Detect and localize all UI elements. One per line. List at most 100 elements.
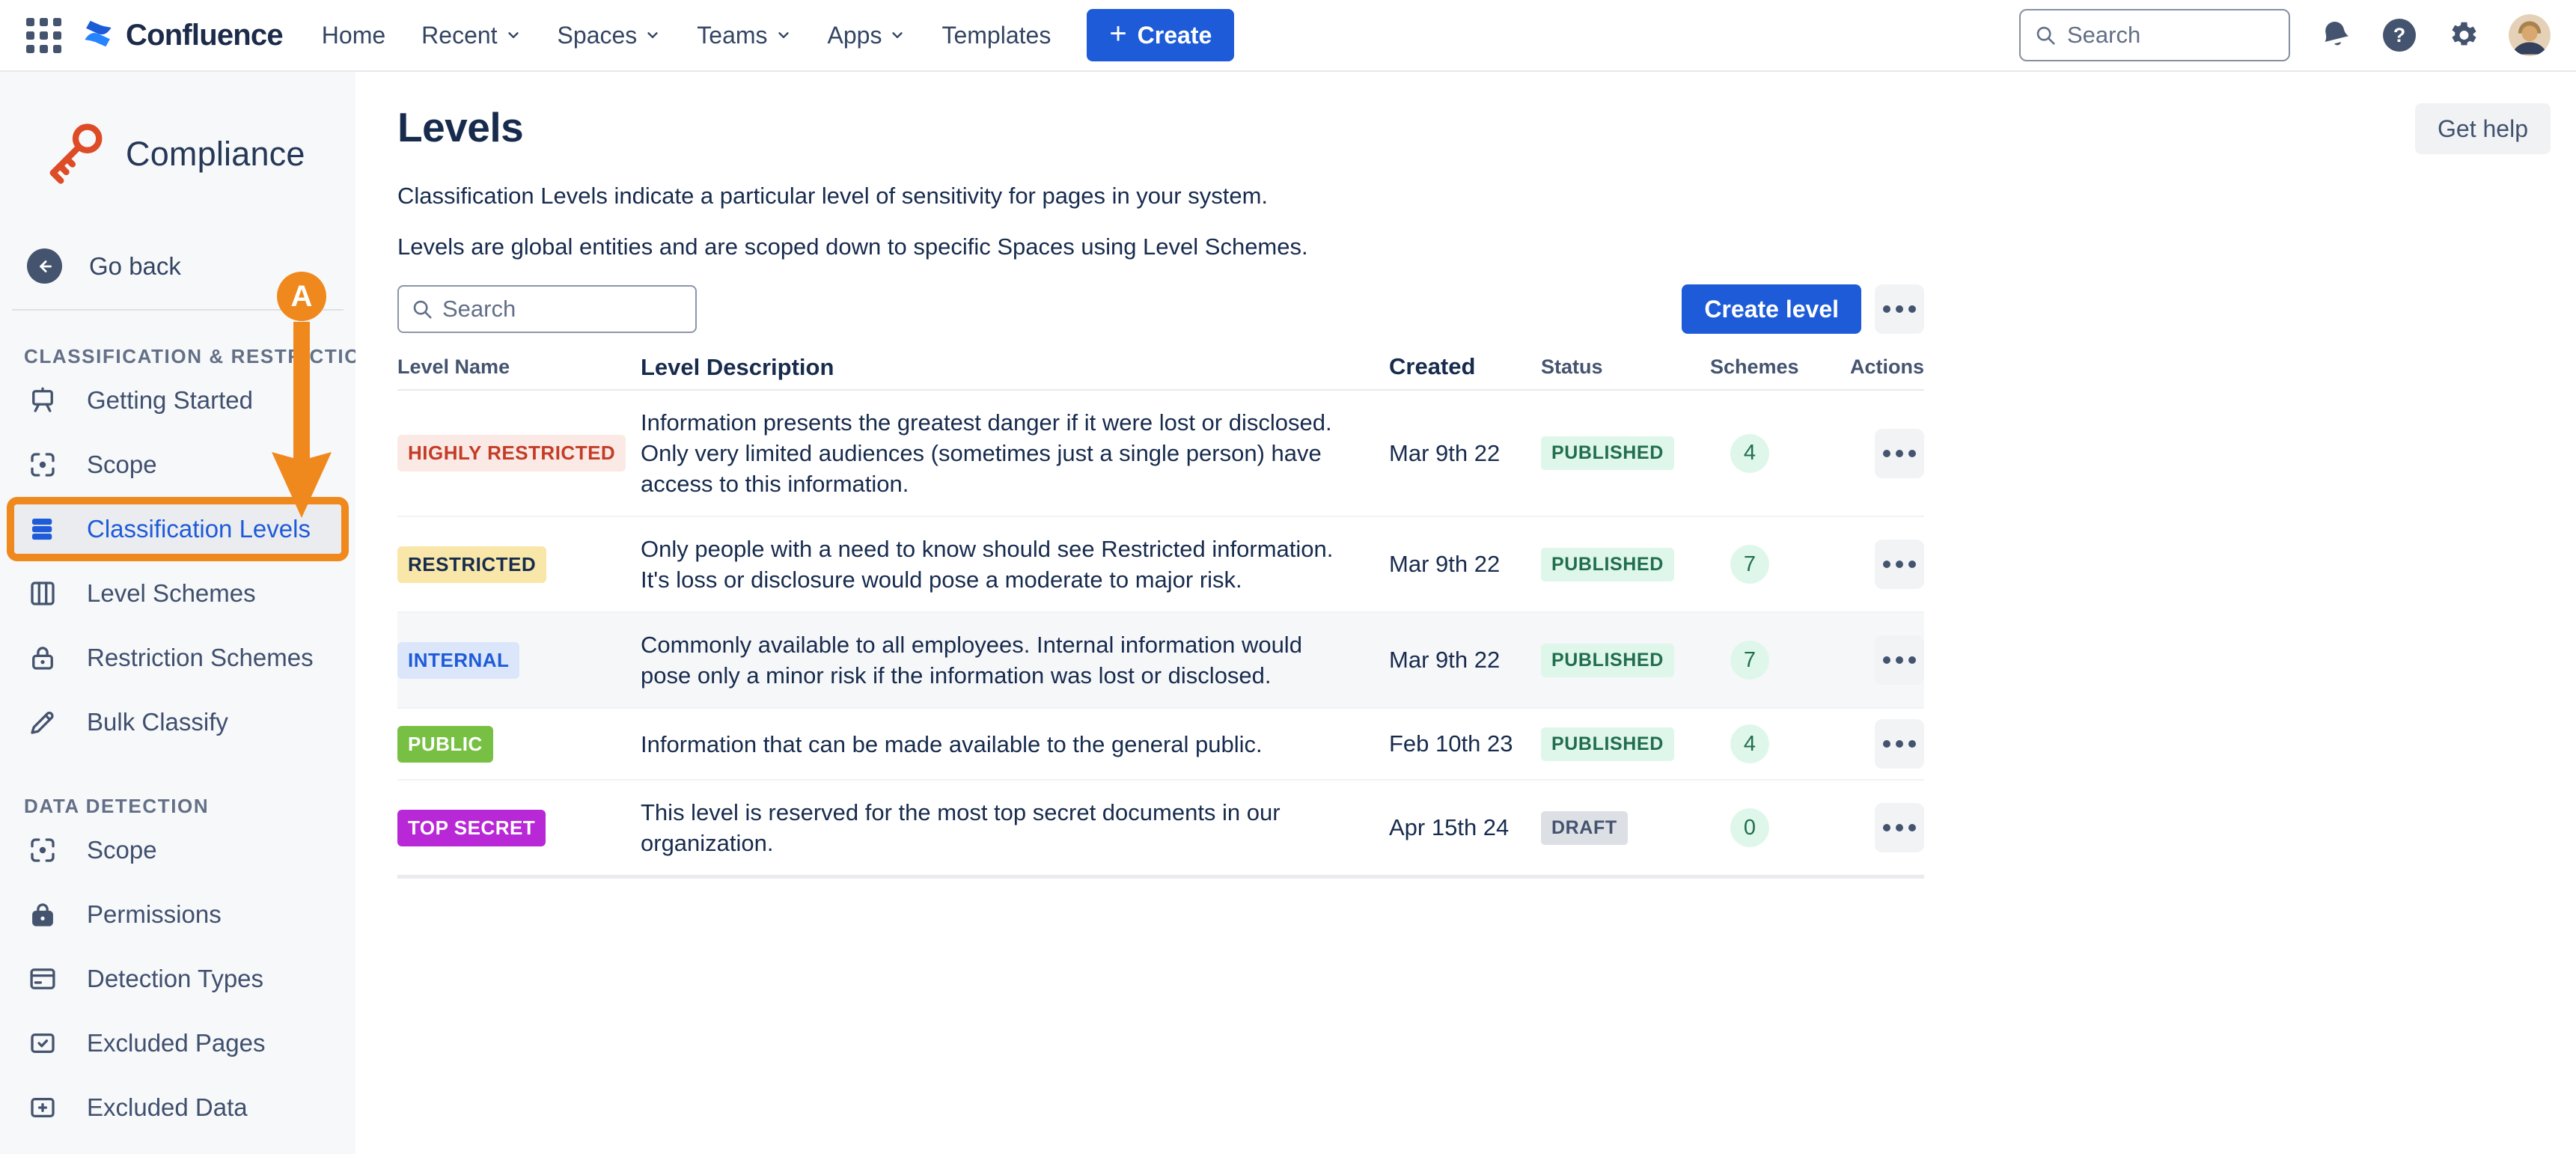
table-row: HIGHLY RESTRICTED Information presents t… [397, 391, 1924, 516]
get-help-button[interactable]: Get help [2415, 103, 2551, 154]
global-search-input[interactable] [2067, 22, 2275, 49]
sidebar-item-excluded-data[interactable]: Excluded Data [0, 1075, 355, 1140]
card-icon [27, 963, 58, 995]
level-badge: INTERNAL [397, 642, 519, 679]
row-actions-button[interactable] [1875, 540, 1924, 589]
column-header-schemes: Schemes [1694, 355, 1806, 379]
table-row: PUBLIC Information that can be made avai… [397, 707, 1924, 779]
nav-item-label: Recent [421, 22, 497, 49]
nav-item-templates[interactable]: Templates [941, 22, 1051, 49]
primary-nav: Home Recent Spaces Teams Apps Templates [322, 22, 1052, 49]
row-actions-button[interactable] [1875, 719, 1924, 769]
plus-icon: + [1109, 19, 1126, 49]
created-date: Apr 15th 24 [1389, 814, 1541, 841]
sidebar-item-permissions[interactable]: Permissions [0, 882, 355, 947]
sidebar-item-label: Excluded Pages [87, 1029, 266, 1057]
checkbox-icon [27, 1028, 58, 1059]
help-icon[interactable]: ? [2381, 17, 2417, 53]
sidebar: Compliance Go back CLASSIFICATION & REST… [0, 72, 355, 1154]
schemes-count-badge: 0 [1730, 808, 1769, 847]
sidebar-item-label: Detection Types [87, 965, 263, 993]
lock-filled-icon [27, 899, 58, 930]
level-description: This level is reserved for the most top … [641, 781, 1389, 875]
level-description: Information presents the greatest danger… [641, 391, 1389, 516]
section-heading-classification: CLASSIFICATION & RESTRICTION [24, 345, 355, 368]
table-search[interactable] [397, 285, 697, 333]
scope-icon [27, 449, 58, 480]
sidebar-item-bulk-classify[interactable]: Bulk Classify [0, 690, 355, 754]
app-name: Compliance [126, 135, 305, 174]
sidebar-item-getting-started[interactable]: Getting Started [0, 368, 355, 433]
nav-item-label: Apps [828, 22, 882, 49]
row-actions-button[interactable] [1875, 429, 1924, 478]
top-navigation: Confluence Home Recent Spaces Teams Apps [0, 0, 2576, 72]
column-header-level-name: Level Name [397, 355, 641, 379]
schemes-count-badge: 7 [1730, 641, 1769, 680]
status-badge: PUBLISHED [1541, 644, 1674, 677]
nav-item-recent[interactable]: Recent [421, 22, 521, 49]
sidebar-item-label: Getting Started [87, 386, 253, 415]
status-badge: PUBLISHED [1541, 727, 1674, 761]
table-row: TOP SECRET This level is reserved for th… [397, 779, 1924, 875]
section-heading-data-detection: DATA DETECTION [24, 795, 355, 818]
nav-item-apps[interactable]: Apps [828, 22, 906, 49]
pencil-icon [27, 706, 58, 738]
chevron-down-icon [775, 27, 792, 43]
sidebar-item-dd-scope[interactable]: Scope [0, 818, 355, 882]
sidebar-item-label: Excluded Data [87, 1093, 248, 1122]
toolbar-actions: Create level [1682, 284, 1924, 334]
sidebar-item-label: Restriction Schemes [87, 644, 314, 672]
create-level-button[interactable]: Create level [1682, 284, 1861, 334]
search-icon [411, 298, 433, 320]
table-search-input[interactable] [442, 296, 683, 323]
level-badge: HIGHLY RESTRICTED [397, 435, 626, 471]
status-badge: PUBLISHED [1541, 436, 1674, 470]
user-avatar[interactable] [2509, 14, 2551, 56]
sidebar-item-detection-types[interactable]: Detection Types [0, 947, 355, 1011]
notifications-bell-icon[interactable] [2319, 18, 2353, 52]
topnav-right-cluster: ? [2019, 9, 2551, 61]
sidebar-item-scope[interactable]: Scope [0, 433, 355, 497]
level-description: Commonly available to all employees. Int… [641, 613, 1389, 707]
sidebar-item-classification-levels[interactable]: Classification Levels [14, 504, 341, 554]
brand-name: Confluence [126, 19, 283, 52]
plus-box-icon [27, 1092, 58, 1123]
settings-gear-icon[interactable] [2446, 18, 2480, 52]
confluence-logo[interactable]: Confluence [81, 16, 283, 55]
row-actions-button[interactable] [1875, 803, 1924, 852]
nav-item-label: Templates [941, 22, 1051, 49]
nav-item-home[interactable]: Home [322, 22, 385, 49]
sidebar-item-restriction-schemes[interactable]: Restriction Schemes [0, 626, 355, 690]
create-button[interactable]: + Create [1087, 9, 1234, 61]
app-switcher-icon[interactable] [25, 17, 61, 53]
sidebar-item-excluded-pages[interactable]: Excluded Pages [0, 1011, 355, 1075]
global-search[interactable] [2019, 9, 2290, 61]
nav-item-teams[interactable]: Teams [697, 22, 791, 49]
created-date: Feb 10th 23 [1389, 730, 1541, 757]
main-content: Levels Get help Classification Levels in… [355, 72, 2576, 1154]
nav-item-spaces[interactable]: Spaces [558, 22, 662, 49]
page-title: Levels [397, 103, 523, 151]
chevron-down-icon [889, 27, 906, 43]
page: Confluence Home Recent Spaces Teams Apps [0, 0, 2576, 1154]
search-icon [2034, 24, 2057, 46]
back-arrow-icon [27, 248, 62, 284]
toolbar-more-actions-button[interactable] [1875, 284, 1924, 334]
schemes-count-badge: 4 [1730, 434, 1769, 473]
sidebar-item-level-schemes[interactable]: Level Schemes [0, 561, 355, 626]
level-badge: PUBLIC [397, 726, 493, 763]
key-icon [37, 117, 112, 192]
row-actions-button[interactable] [1875, 635, 1924, 685]
annotation-highlight-box: Classification Levels [7, 497, 349, 561]
compliance-logo: Compliance [0, 72, 355, 192]
status-badge: DRAFT [1541, 811, 1628, 845]
schemes-count-badge: 4 [1730, 724, 1769, 763]
level-badge: RESTRICTED [397, 546, 546, 583]
sidebar-item-label: Bulk Classify [87, 708, 228, 736]
nav-item-label: Spaces [558, 22, 638, 49]
main-header: Levels Get help [397, 103, 2551, 154]
go-back-label: Go back [89, 252, 181, 281]
table-row: INTERNAL Commonly available to all emplo… [397, 611, 1924, 707]
svg-text:?: ? [2393, 24, 2406, 46]
confluence-mark-icon [81, 16, 115, 55]
